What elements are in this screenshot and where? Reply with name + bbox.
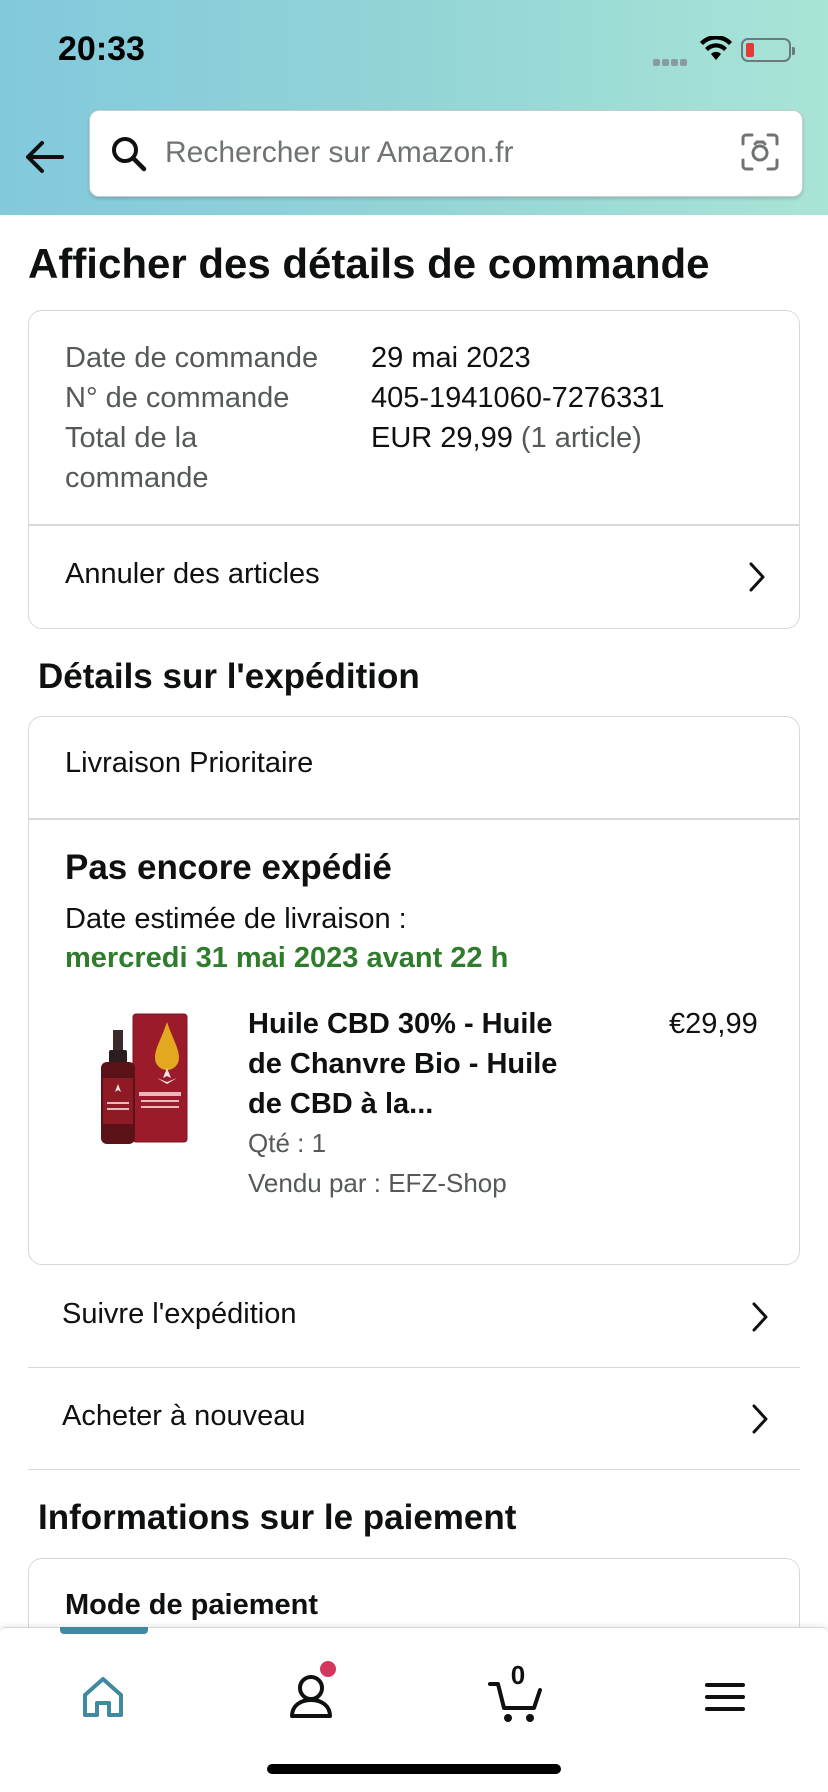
shipment-status: Pas encore expédié [65, 848, 392, 887]
account-tab[interactable] [276, 1661, 346, 1732]
notification-dot [320, 1661, 336, 1677]
product-title[interactable]: Huile CBD 30% - Huile de Chanvre Bio - H… [248, 1004, 578, 1124]
order-total-label-line1: Total de la [65, 422, 198, 454]
chevron-right-icon [749, 562, 765, 592]
wifi-icon [700, 36, 732, 60]
chevron-right-icon [752, 1302, 768, 1332]
order-date-label: Date de commande [65, 342, 319, 374]
menu-icon[interactable] [690, 1662, 760, 1732]
cancel-items-row[interactable]: Annuler des articles [29, 525, 799, 629]
order-total-amount: EUR 29,99 [371, 422, 513, 454]
payment-section-title: Informations sur le paiement [38, 1498, 517, 1537]
product-title-line: de CBD à la... [248, 1088, 434, 1120]
buy-again-row[interactable]: Acheter à nouveau [28, 1368, 800, 1470]
buy-again-label: Acheter à nouveau [62, 1400, 306, 1432]
product-price: €29,99 [669, 1008, 758, 1040]
product-title-line: de Chanvre Bio - Huile [248, 1048, 558, 1080]
cellular-signal-icon [653, 53, 691, 66]
camera-icon[interactable] [740, 132, 780, 172]
product-quantity: Qté : 1 [248, 1128, 327, 1158]
active-tab-indicator [60, 1627, 148, 1634]
page-title: Afficher des détails de commande [28, 240, 710, 287]
order-date-value: 29 mai 2023 [371, 342, 531, 374]
shipping-section-title: Détails sur l'expédition [38, 657, 420, 696]
app-header: 20:33 Rechercher sur Amazon.fr [0, 0, 828, 215]
order-total-label-line2: commande [65, 462, 209, 494]
track-shipment-label: Suivre l'expédition [62, 1298, 297, 1330]
product-seller: Vendu par : EFZ-Shop [248, 1168, 507, 1198]
search-icon [112, 137, 147, 172]
order-summary-card: Date de commande 29 mai 2023 N° de comma… [28, 310, 800, 629]
search-bar[interactable]: Rechercher sur Amazon.fr [89, 110, 803, 197]
shipping-method: Livraison Prioritaire [65, 747, 314, 779]
search-input[interactable]: Rechercher sur Amazon.fr [165, 136, 513, 170]
track-shipment-row[interactable]: Suivre l'expédition [28, 1266, 800, 1368]
home-icon[interactable] [68, 1662, 138, 1732]
account-icon [290, 1675, 332, 1718]
order-total-value: EUR 29,99 (1 article) [371, 418, 642, 458]
shipment-card: Livraison Prioritaire Pas encore expédié… [28, 716, 800, 1265]
delivery-estimate-label: Date estimée de livraison : [65, 903, 407, 935]
order-number-value: 405-1941060-7276331 [371, 382, 665, 414]
order-number-label: N° de commande [65, 382, 290, 414]
cart-count: 0 [510, 1660, 526, 1690]
payment-method-label: Mode de paiement [65, 1589, 318, 1621]
chevron-right-icon [752, 1404, 768, 1434]
back-arrow-icon[interactable] [22, 135, 66, 179]
cart-tab[interactable]: 0 [482, 1660, 552, 1732]
order-total-items: (1 article) [520, 422, 642, 454]
delivery-estimate-date: mercredi 31 mai 2023 avant 22 h [65, 942, 509, 974]
cancel-items-label: Annuler des articles [65, 558, 320, 590]
divider [29, 818, 799, 820]
status-time: 20:33 [58, 30, 145, 68]
product-image[interactable] [95, 1012, 195, 1148]
product-title-line: Huile CBD 30% - Huile [248, 1008, 553, 1040]
battery-icon [741, 38, 795, 62]
home-indicator [267, 1764, 561, 1774]
